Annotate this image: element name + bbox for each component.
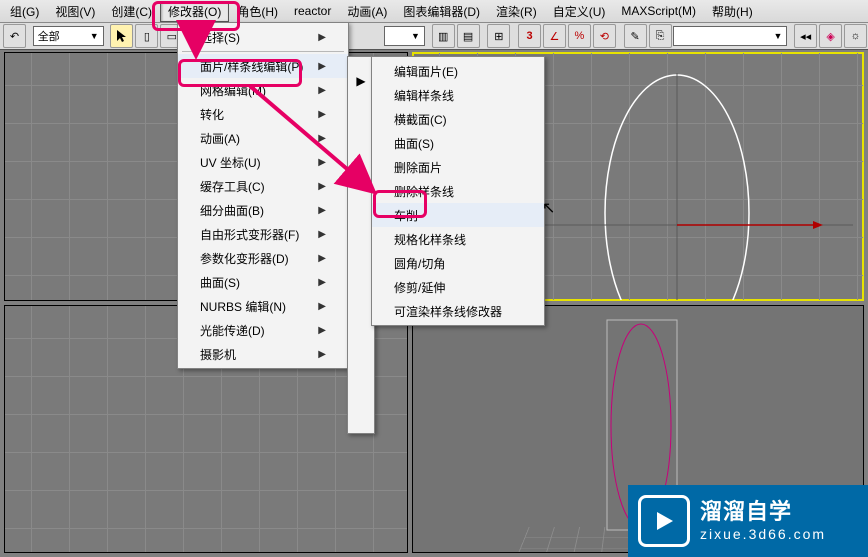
select-by-name-button[interactable]: ▯ xyxy=(135,24,158,48)
sub-normalize-spline[interactable]: 规格化样条线 xyxy=(372,227,544,251)
angle-snap-toggle[interactable]: ∠ xyxy=(543,24,566,48)
menu-grapheditors[interactable]: 图表编辑器(D) xyxy=(395,1,488,22)
modifiers-nurbs[interactable]: NURBS 编辑(N)▶ xyxy=(178,294,348,318)
submenu-arrow-icon: ▶ xyxy=(318,229,326,240)
menu-rendering[interactable]: 渲染(R) xyxy=(488,1,545,22)
badge-subtitle: zixue.3d66.com xyxy=(700,526,826,543)
submenu-arrow-icon: ▶ xyxy=(318,205,326,216)
sub-edit-spline[interactable]: 编辑样条线 xyxy=(372,83,544,107)
modifiers-mesh-editing[interactable]: 网格编辑(M)▶ xyxy=(178,78,348,102)
patch-spline-submenu: 编辑面片(E) 编辑样条线 横截面(C) 曲面(S) 删除面片 删除样条线 车削… xyxy=(371,56,545,326)
modifiers-subdivision[interactable]: 细分曲面(B)▶ xyxy=(178,198,348,222)
mirror-button[interactable]: ▥ xyxy=(432,24,455,48)
menu-maxscript[interactable]: MAXScript(M) xyxy=(613,2,704,20)
spinner-snap-toggle[interactable]: ⟲ xyxy=(593,24,616,48)
material-editor-button[interactable]: ◈ xyxy=(819,24,842,48)
modifiers-ffd[interactable]: 自由形式变形器(F)▶ xyxy=(178,222,348,246)
watermark-badge: 溜溜自学 zixue.3d66.com xyxy=(628,485,868,557)
toolbar: ↶ 全部 ▼ ▯ ▭ ▼ ▥ ▤ ⊞ 3 ∠ % ⟲ ✎ ⎘ ▼ ◂◂ ◈ ☼ xyxy=(0,23,868,50)
submenu-arrow-icon: ▶ xyxy=(318,157,326,168)
modifiers-surface[interactable]: 曲面(S)▶ xyxy=(178,270,348,294)
menubar: 组(G) 视图(V) 创建(C) 修改器(O) 角色(H) reactor 动画… xyxy=(0,0,868,23)
named-sel-sets-2[interactable]: ⎘ xyxy=(649,24,672,48)
menu-help[interactable]: 帮助(H) xyxy=(704,1,761,22)
sub-delete-patch[interactable]: 删除面片 xyxy=(372,155,544,179)
mouse-cursor-icon: ↖ xyxy=(542,198,555,218)
submenu-arrow-icon: ▶ xyxy=(318,301,326,312)
menu-create[interactable]: 创建(C) xyxy=(103,1,160,22)
sub-delete-spline[interactable]: 删除样条线 xyxy=(372,179,544,203)
modifiers-parametric-deformers[interactable]: 参数化变形器(D)▶ xyxy=(178,246,348,270)
submenu-arrow-icon: ▶ xyxy=(318,181,326,192)
snap-toggle[interactable]: 3 xyxy=(518,24,541,48)
percent-snap-toggle[interactable]: % xyxy=(568,24,591,48)
keyframe-prev[interactable]: ◂◂ xyxy=(794,24,817,48)
modifiers-selection[interactable]: 选择(S)▶ xyxy=(178,25,348,49)
badge-title: 溜溜自学 xyxy=(700,499,826,525)
select-tool[interactable] xyxy=(110,24,133,48)
submenu-arrow-icon: ▶ xyxy=(318,133,326,144)
sub-renderable-spline[interactable]: 可渲染样条线修改器 xyxy=(372,299,544,323)
sub-cross-section[interactable]: 横截面(C) xyxy=(372,107,544,131)
modifiers-conversion[interactable]: 转化▶ xyxy=(178,102,348,126)
chevron-down-icon: ▼ xyxy=(773,31,782,41)
submenu-arrow-icon: ▶ xyxy=(318,325,326,336)
sub-fillet-chamfer[interactable]: 圆角/切角 xyxy=(372,251,544,275)
named-sel-sets[interactable]: ✎ xyxy=(624,24,647,48)
menu-modifiers[interactable]: 修改器(O) xyxy=(160,1,229,22)
modifiers-patch-spline[interactable]: 面片/样条线编辑(P)▶ xyxy=(178,54,348,78)
submenu-arrow-icon: ▶ xyxy=(318,85,326,96)
modifiers-radiosity[interactable]: 光能传递(D)▶ xyxy=(178,318,348,342)
undo-button[interactable]: ↶ xyxy=(3,24,26,48)
menu-character[interactable]: 角色(H) xyxy=(229,1,286,22)
menu-view[interactable]: 视图(V) xyxy=(47,1,103,22)
menu-group[interactable]: 组(G) xyxy=(2,1,47,22)
play-icon xyxy=(638,495,690,547)
menu-reactor[interactable]: reactor xyxy=(286,2,339,20)
modifiers-uv[interactable]: UV 坐标(U)▶ xyxy=(178,150,348,174)
submenu-arrow-icon: ▶ xyxy=(318,277,326,288)
modifiers-dropdown: 选择(S)▶ 面片/样条线编辑(P)▶ 网格编辑(M)▶ 转化▶ 动画(A)▶ … xyxy=(177,22,349,369)
sub-edit-patch[interactable]: 编辑面片(E) xyxy=(372,59,544,83)
align-button[interactable]: ▤ xyxy=(457,24,480,48)
submenu-arrow-icon: ▶ xyxy=(318,253,326,264)
array-button[interactable]: ⊞ xyxy=(487,24,510,48)
chevron-down-icon: ▼ xyxy=(411,31,420,41)
cursor-icon xyxy=(115,29,129,43)
named-sel-combo[interactable]: ▼ xyxy=(673,26,788,46)
submenu-arrow-icon: ▶ xyxy=(318,61,326,72)
render-setup-button[interactable]: ☼ xyxy=(844,24,867,48)
selection-filter-value: 全部 xyxy=(38,28,60,44)
submenu-arrow-icon: ▶ xyxy=(318,349,326,360)
chevron-down-icon: ▼ xyxy=(90,31,99,41)
submenu-arrow-icon: ▶ xyxy=(318,32,326,43)
modifiers-cache-tools[interactable]: 缓存工具(C)▶ xyxy=(178,174,348,198)
modifiers-animation[interactable]: 动画(A)▶ xyxy=(178,126,348,150)
sub-trim-extend[interactable]: 修剪/延伸 xyxy=(372,275,544,299)
sub-lathe[interactable]: 车削 xyxy=(372,203,544,227)
modifiers-cameras[interactable]: 摄影机▶ xyxy=(178,342,348,366)
ref-coord-combo[interactable]: ▼ xyxy=(384,26,425,46)
sub-surface[interactable]: 曲面(S) xyxy=(372,131,544,155)
menu-customize[interactable]: 自定义(U) xyxy=(545,1,614,22)
selection-filter-combo[interactable]: 全部 ▼ xyxy=(33,26,104,46)
submenu-arrow-icon: ▶ xyxy=(318,109,326,120)
menu-separator xyxy=(182,51,344,52)
menu-animation[interactable]: 动画(A) xyxy=(339,1,395,22)
